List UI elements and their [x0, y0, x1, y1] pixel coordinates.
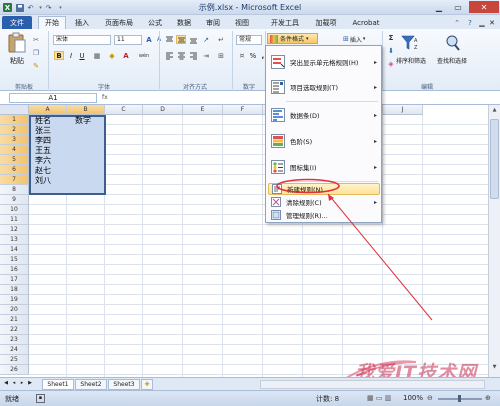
next-sheet-icon[interactable]: ▸ [18, 379, 26, 390]
annotation-ellipse [276, 178, 340, 194]
zoom-in-icon[interactable]: ⊕ [485, 394, 491, 402]
annotation-arrow-line [327, 193, 433, 321]
sheet-tab-bar: ◀ ◂ ▸ ▶ Sheet1 Sheet2 Sheet3 ✚ [0, 377, 500, 390]
last-sheet-icon[interactable]: ▶ [26, 379, 34, 390]
zoom-out-icon[interactable]: ⊖ [427, 394, 433, 402]
first-sheet-icon[interactable]: ◀ [2, 379, 10, 390]
sheet-tab-2[interactable]: Sheet2 [75, 379, 107, 390]
sheet-tab-3[interactable]: Sheet3 [108, 379, 140, 390]
status-bar: 就绪 ▪ 计数: 8 ▦ ▭ ▥ 100% ⊖ ⊕ [0, 390, 500, 406]
annotation-overlay [276, 178, 433, 321]
sheet-tab-1[interactable]: Sheet1 [42, 379, 74, 390]
zoom-level[interactable]: 100% [403, 394, 423, 402]
horizontal-scrollbar[interactable] [260, 380, 485, 389]
view-buttons-icon[interactable]: ▦ ▭ ▥ [367, 394, 391, 402]
status-count: 计数: 8 [316, 395, 340, 403]
prev-sheet-icon[interactable]: ◂ [10, 379, 18, 390]
zoom-slider-thumb[interactable] [458, 395, 461, 402]
macro-record-icon[interactable]: ▪ [36, 394, 45, 403]
insert-sheet-icon[interactable]: ✚ [141, 379, 153, 390]
status-ready: 就绪 [5, 395, 19, 403]
excel-window: X ↶ ▾ ↷ ▾ 示例.xlsx - Microsoft Excel ▁ ▭ … [0, 0, 500, 406]
